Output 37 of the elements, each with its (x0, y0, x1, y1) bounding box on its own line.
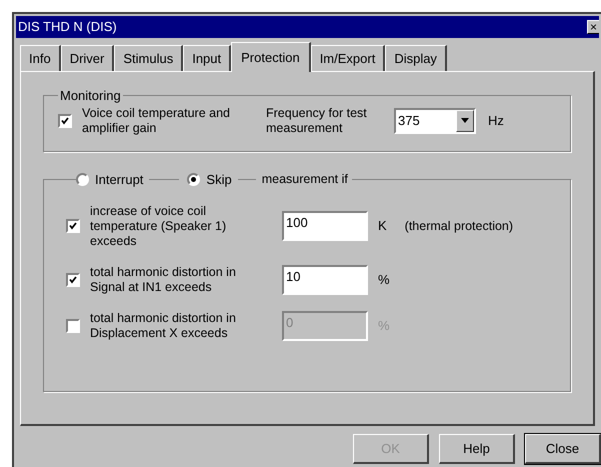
radio-label: Skip (206, 171, 232, 189)
group-title: measurement if (262, 171, 348, 188)
tab[interactable]: Im/Export (310, 45, 386, 71)
tab[interactable]: Info (20, 45, 61, 71)
window-title: DIS THD N (DIS) (18, 18, 117, 36)
tab[interactable]: Display (385, 45, 447, 71)
radio-button[interactable] (76, 173, 89, 186)
dialog-button[interactable]: Help (439, 434, 515, 464)
condition-label: total harmonic distortion in Signal at IN1 exceeds (90, 264, 237, 294)
checkbox[interactable] (66, 219, 80, 233)
threshold-field[interactable]: 100 (282, 211, 368, 241)
frequency-dropdown[interactable]: 375 (394, 108, 476, 134)
unit-label: Hz (488, 112, 504, 130)
note-text: (thermal protection) (404, 218, 514, 235)
condition-label: total harmonic distortion in Displacement X exceeds (90, 310, 237, 340)
condition-label: increase of voice coil temperature (Speaker 1) exceeds (90, 204, 228, 248)
unit-label: % (378, 270, 390, 289)
check-icon (69, 276, 77, 284)
checkbox-label: Voice coil temperature and amplifier gain (82, 106, 232, 136)
radio-button[interactable] (187, 173, 200, 186)
group-title: Monitoring (59, 87, 122, 105)
check-icon (69, 222, 77, 230)
radio-label: Interrupt (95, 171, 144, 189)
checkbox[interactable] (66, 272, 80, 286)
dialog-button[interactable]: Close (525, 434, 601, 464)
unit-label: % (378, 316, 390, 335)
unit-label: K (378, 217, 387, 236)
threshold-field[interactable]: 10 (282, 264, 368, 294)
tab[interactable]: Protection (231, 42, 311, 72)
dropdown-value: 375 (397, 112, 421, 130)
tab[interactable]: Driver (60, 45, 114, 71)
tab[interactable]: Stimulus (114, 45, 184, 71)
close-button[interactable]: × (587, 20, 599, 34)
tab[interactable]: Input (183, 45, 232, 71)
frequency-label: Frequency for test measurement (266, 106, 368, 136)
check-icon (61, 116, 69, 124)
checkbox[interactable] (58, 114, 72, 128)
